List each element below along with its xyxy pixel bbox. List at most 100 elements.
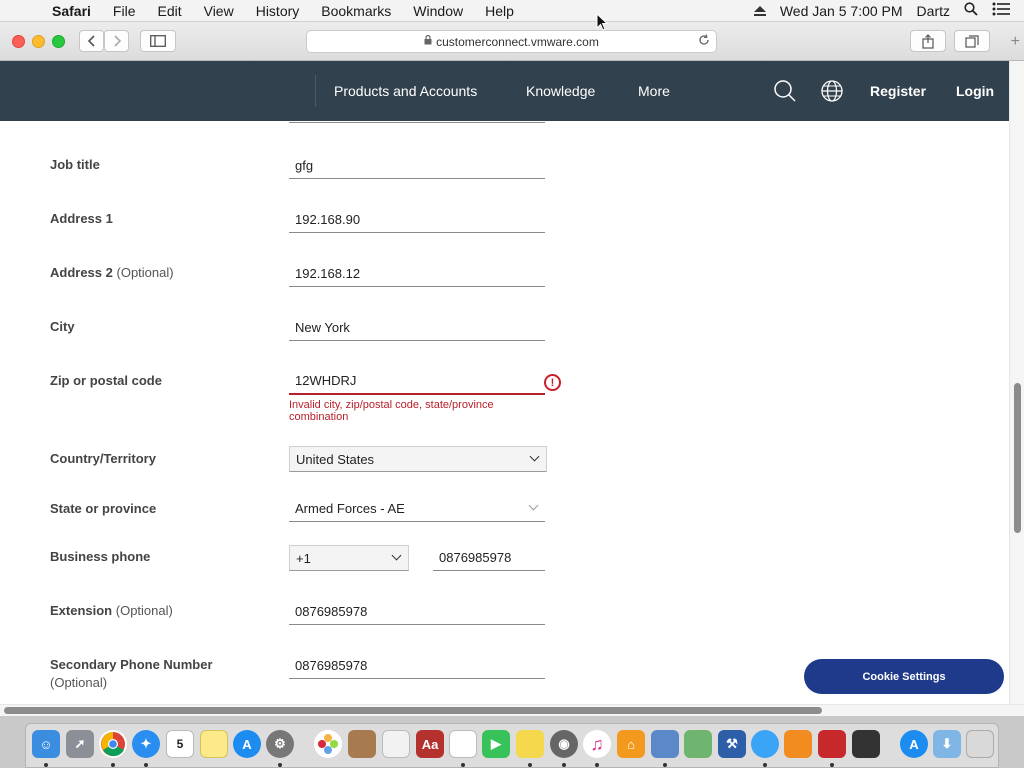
chevron-right-icon	[113, 35, 121, 47]
menu-edit[interactable]: Edit	[157, 3, 181, 19]
horizontal-scroll-thumb[interactable]	[4, 707, 822, 714]
horizontal-scrollbar[interactable]	[0, 704, 1024, 716]
globe-icon[interactable]	[820, 79, 844, 103]
finder-icon[interactable]: ☺	[32, 730, 60, 758]
screenshot-icon[interactable]: ◉	[550, 730, 578, 758]
login-link[interactable]: Login	[956, 61, 994, 121]
running-indicator	[461, 763, 465, 767]
zip-error-message: Invalid city, zip/postal code, state/pro…	[289, 399, 494, 423]
photos-icon[interactable]	[314, 730, 342, 758]
chevron-down-icon	[529, 451, 540, 462]
chevron-down-icon	[528, 500, 539, 511]
business-phone-input[interactable]: 0876985978	[433, 545, 545, 571]
lock-icon	[424, 34, 432, 48]
vertical-scroll-thumb[interactable]	[1014, 383, 1021, 533]
facetime-icon[interactable]: ▶	[482, 730, 510, 758]
sidebar-toggle-button[interactable]	[140, 30, 176, 52]
photo-booth-icon[interactable]	[818, 730, 846, 758]
running-indicator	[562, 763, 566, 767]
preview-icon[interactable]	[651, 730, 679, 758]
secondary-phone-label: Secondary Phone Number (Optional)	[50, 656, 213, 692]
menu-bookmarks[interactable]: Bookmarks	[321, 3, 391, 19]
address1-label: Address 1	[50, 211, 113, 226]
spotlight-search-icon[interactable]	[964, 2, 978, 19]
menu-history[interactable]: History	[256, 3, 300, 19]
notes-icon[interactable]	[200, 730, 228, 758]
nav-more[interactable]: More	[638, 61, 670, 121]
secondary-phone-input[interactable]: 0876985978	[289, 653, 545, 679]
maps-icon[interactable]	[684, 730, 712, 758]
phone-country-code-select[interactable]: +1	[289, 545, 409, 571]
menu-help[interactable]: Help	[485, 3, 514, 19]
menu-view[interactable]: View	[204, 3, 234, 19]
job-title-input[interactable]: gfg	[289, 153, 545, 179]
vertical-scrollbar[interactable]	[1009, 61, 1024, 704]
cookie-settings-button[interactable]: Cookie Settings	[804, 659, 1004, 694]
system-preferences-icon[interactable]: ⚙	[266, 730, 294, 758]
menu-window[interactable]: Window	[413, 3, 463, 19]
notebook-icon[interactable]	[852, 730, 880, 758]
state-select[interactable]: Armed Forces - AE	[289, 496, 545, 522]
calendar-icon[interactable]: 5	[166, 730, 194, 758]
state-label: State or province	[50, 501, 157, 516]
address2-optional: (Optional)	[116, 265, 174, 280]
messages-icon[interactable]	[751, 730, 779, 758]
address2-input[interactable]: 192.168.12	[289, 261, 545, 287]
menu-app-name[interactable]: Safari	[52, 3, 91, 19]
forward-button[interactable]	[104, 30, 129, 52]
address1-input[interactable]: 192.168.90	[289, 207, 545, 233]
xcode-icon[interactable]: ⚒	[718, 730, 746, 758]
country-select[interactable]: United States	[289, 446, 547, 472]
share-button[interactable]	[910, 30, 946, 52]
books-icon[interactable]	[784, 730, 812, 758]
app-store-icon[interactable]: A	[233, 730, 261, 758]
safari-icon[interactable]: ✦	[132, 730, 160, 758]
menubar-clock[interactable]: Wed Jan 5 7:00 PM	[780, 3, 903, 19]
phone-country-code-value: +1	[296, 550, 311, 566]
running-indicator	[111, 763, 115, 767]
share-icon	[922, 33, 934, 49]
zip-input[interactable]: 12WHDRJ	[289, 369, 545, 395]
contacts-icon[interactable]	[348, 730, 376, 758]
notification-center-icon[interactable]	[992, 2, 1010, 19]
launchpad-icon[interactable]: ➚	[66, 730, 94, 758]
reminders-icon[interactable]	[449, 730, 477, 758]
extension-input[interactable]: 0876985978	[289, 599, 545, 625]
fullscreen-window-button[interactable]	[52, 35, 65, 48]
running-indicator	[663, 763, 667, 767]
close-window-button[interactable]	[12, 35, 25, 48]
chrome-icon[interactable]	[99, 730, 127, 758]
running-indicator	[528, 763, 532, 767]
dictionary-icon[interactable]: Aa	[416, 730, 444, 758]
business-phone-label: Business phone	[50, 549, 151, 564]
menubar-user[interactable]: Dartz	[917, 3, 950, 19]
running-indicator	[44, 763, 48, 767]
extension-optional: (Optional)	[115, 603, 173, 618]
minimize-window-button[interactable]	[32, 35, 45, 48]
secondary-phone-label-text: Secondary Phone Number	[50, 657, 213, 672]
previous-field-underline	[289, 121, 545, 123]
home-icon[interactable]: ⌂	[617, 730, 645, 758]
app-store-icon-2[interactable]: A	[900, 730, 928, 758]
city-input[interactable]: New York	[289, 315, 545, 341]
trash-icon[interactable]	[966, 730, 994, 758]
extension-label: Extension (Optional)	[50, 602, 173, 620]
nav-knowledge[interactable]: Knowledge	[526, 61, 595, 121]
downloads-folder-icon[interactable]: ⬇	[933, 730, 961, 758]
address-bar[interactable]: customerconnect.vmware.com	[306, 30, 717, 53]
chevron-down-icon	[391, 550, 402, 561]
new-tab-icon[interactable]: +	[1011, 33, 1020, 51]
stickies-icon[interactable]	[516, 730, 544, 758]
eject-icon[interactable]	[753, 5, 766, 16]
tab-overview-button[interactable]	[954, 30, 990, 52]
itunes-icon[interactable]: ♫	[583, 730, 611, 758]
menu-file[interactable]: File	[113, 3, 136, 19]
reload-icon[interactable]	[698, 34, 710, 49]
register-link[interactable]: Register	[870, 61, 926, 121]
back-button[interactable]	[79, 30, 104, 52]
search-icon[interactable]	[773, 79, 797, 103]
running-indicator	[144, 763, 148, 767]
error-icon: !	[544, 374, 561, 391]
nav-products-and-accounts[interactable]: Products and Accounts	[334, 61, 477, 121]
textedit-icon[interactable]	[382, 730, 410, 758]
